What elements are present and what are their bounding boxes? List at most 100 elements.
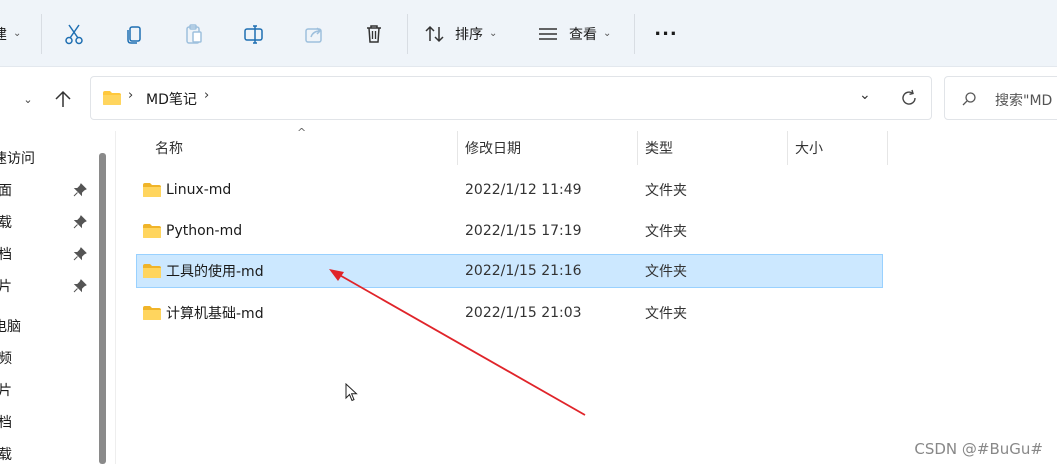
column-header-size[interactable]: 大小 <box>795 131 885 165</box>
recent-locations-button[interactable]: ⌄ <box>18 86 38 112</box>
nav-scrollbar[interactable] <box>99 153 106 464</box>
file-row-selected[interactable]: 工具的使用-md 2022/1/15 21:16 文件夹 <box>136 254 883 288</box>
search-icon <box>962 92 976 106</box>
file-name: 工具的使用-md <box>166 264 264 280</box>
nav-item-downloads-pc[interactable]: 载 <box>0 439 100 464</box>
rename-button[interactable] <box>237 0 271 67</box>
pin-icon <box>73 183 87 197</box>
copy-icon <box>127 25 141 44</box>
more-button[interactable]: ... <box>650 0 682 67</box>
toolbar-divider <box>407 14 408 54</box>
file-date: 2022/1/15 21:03 <box>465 305 582 321</box>
toolbar-divider <box>41 14 42 54</box>
up-arrow-icon <box>55 90 71 107</box>
rename-icon <box>244 24 263 44</box>
column-header-date[interactable]: 修改日期 <box>465 131 635 165</box>
nav-item-label: 面 <box>0 183 12 199</box>
file-date: 2022/1/12 11:49 <box>465 182 582 198</box>
address-history-chevron-icon[interactable]: ⌄ <box>859 87 871 103</box>
file-type: 文件夹 <box>645 224 687 240</box>
file-row[interactable]: Python-md 2022/1/15 17:19 文件夹 <box>136 214 883 248</box>
nav-item-label: 电脑 <box>0 319 21 335</box>
nav-item-label: 档 <box>0 415 12 431</box>
chevron-down-icon: ⌄ <box>13 28 22 39</box>
column-header-type[interactable]: 类型 <box>645 131 785 165</box>
nav-item-label: 频 <box>0 351 12 367</box>
file-name: Python-md <box>166 223 243 239</box>
copy-button[interactable] <box>117 0 151 67</box>
sort-button-label: 排序 <box>455 26 483 43</box>
column-header-label: 修改日期 <box>465 141 521 157</box>
file-type: 文件夹 <box>645 264 687 280</box>
address-bar[interactable]: › MD笔记 › ⌄ <box>90 76 932 120</box>
view-icon <box>539 27 557 40</box>
file-date: 2022/1/15 21:16 <box>465 263 582 279</box>
share-button[interactable] <box>297 0 331 67</box>
folder-icon <box>143 264 161 278</box>
chevron-down-icon: ⌄ <box>23 92 33 106</box>
watermark: CSDN @#BuGu# <box>914 440 1043 458</box>
column-header-label: 类型 <box>645 141 673 157</box>
folder-icon <box>143 183 161 197</box>
folder-icon <box>103 91 121 105</box>
search-box[interactable]: 搜索"MD <box>944 76 1057 120</box>
refresh-icon[interactable] <box>900 89 918 107</box>
nav-item-label: 档 <box>0 247 12 263</box>
paste-button[interactable] <box>177 0 211 67</box>
file-name: Linux-md <box>166 182 232 198</box>
sort-icon <box>425 25 444 42</box>
column-separator[interactable] <box>887 131 888 165</box>
file-row[interactable]: 计算机基础-md 2022/1/15 21:03 文件夹 <box>136 296 883 330</box>
nav-item-downloads[interactable]: 载 <box>0 207 100 237</box>
navigation-pane: 速访问 面 载 档 片 电脑 频 片 档 载 <box>0 131 115 464</box>
nav-item-pictures-pc[interactable]: 片 <box>0 375 100 405</box>
paste-icon <box>186 23 202 44</box>
search-input[interactable]: 搜索"MD <box>995 90 1052 110</box>
column-separator[interactable] <box>787 131 788 165</box>
nav-item-quick-access[interactable]: 速访问 <box>0 143 100 173</box>
file-type: 文件夹 <box>645 306 687 322</box>
file-type: 文件夹 <box>645 183 687 199</box>
breadcrumb-chevron-icon: › <box>128 88 134 103</box>
share-icon <box>305 26 322 43</box>
folder-icon <box>143 224 161 238</box>
cut-button[interactable] <box>57 0 91 67</box>
pin-icon <box>73 279 87 293</box>
nav-item-label: 载 <box>0 447 12 463</box>
nav-item-documents-pc[interactable]: 档 <box>0 407 100 437</box>
pane-divider <box>115 131 116 464</box>
nav-item-label: 速访问 <box>0 151 35 167</box>
sort-button[interactable]: 排序 ⌄ <box>424 0 508 67</box>
command-bar: 建 ⌄ <box>0 0 1057 67</box>
cut-icon <box>65 24 83 44</box>
pin-icon <box>73 215 87 229</box>
breadcrumb-folder[interactable]: MD笔记 <box>146 89 197 109</box>
file-explorer-window: 建 ⌄ <box>0 0 1057 464</box>
new-button[interactable]: 建 ⌄ <box>0 0 30 67</box>
column-header-label: 大小 <box>795 141 823 157</box>
delete-button[interactable] <box>357 0 391 67</box>
more-icon: ... <box>654 19 678 40</box>
delete-icon <box>367 24 381 43</box>
folder-icon <box>143 306 161 320</box>
new-button-label: 建 <box>0 24 7 44</box>
nav-item-this-pc[interactable]: 电脑 <box>0 311 100 341</box>
toolbar-divider <box>634 14 635 54</box>
nav-item-desktop[interactable]: 面 <box>0 175 100 205</box>
nav-item-videos[interactable]: 频 <box>0 343 100 373</box>
nav-item-label: 载 <box>0 215 12 231</box>
file-row[interactable]: Linux-md 2022/1/12 11:49 文件夹 <box>136 173 883 207</box>
mouse-cursor-icon <box>345 383 358 402</box>
column-header-label: 名称 <box>155 141 183 157</box>
breadcrumb-chevron-icon[interactable]: › <box>204 88 209 103</box>
column-separator[interactable] <box>457 131 458 165</box>
chevron-down-icon: ⌄ <box>489 28 498 39</box>
up-button[interactable] <box>50 86 76 112</box>
view-button[interactable]: 查看 ⌄ <box>537 0 621 67</box>
file-date: 2022/1/15 17:19 <box>465 223 582 239</box>
nav-item-documents[interactable]: 档 <box>0 239 100 269</box>
nav-item-pictures[interactable]: 片 <box>0 271 100 301</box>
column-separator[interactable] <box>637 131 638 165</box>
column-header-name[interactable]: 名称 <box>155 131 455 165</box>
view-button-label: 查看 <box>569 26 597 43</box>
